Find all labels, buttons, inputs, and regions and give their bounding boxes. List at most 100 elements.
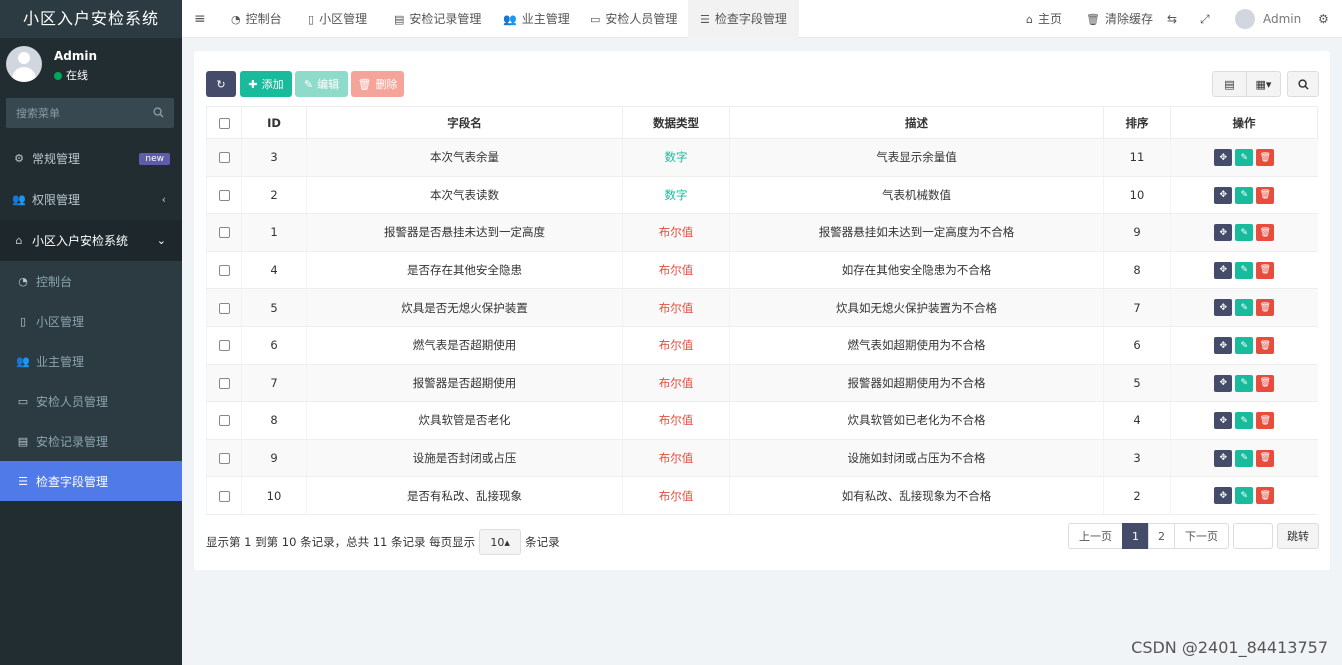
refresh-button[interactable]: ↻ [206, 71, 236, 97]
row-edit-icon[interactable]: ✎ [1235, 337, 1254, 355]
row-delete-icon[interactable]: 🗑 [1256, 224, 1275, 242]
table-row[interactable]: 5 炊具是否无熄火保护装置 布尔值 炊具如无熄火保护装置为不合格 7 ✥ ✎ 🗑 [206, 288, 1318, 327]
jump-page-input[interactable] [1233, 523, 1273, 549]
menu-search-input[interactable] [6, 98, 136, 128]
row-edit-icon[interactable]: ✎ [1235, 487, 1254, 505]
row-delete-icon[interactable]: 🗑 [1256, 186, 1275, 204]
settings-icon[interactable]: ⚙ [1318, 0, 1329, 38]
tab-community[interactable]: ▯ 小区管理 [308, 0, 367, 38]
delete-button[interactable]: 🗑 删除 [351, 71, 404, 97]
user-menu[interactable]: Admin [1235, 0, 1301, 38]
col-type[interactable]: 数据类型 [622, 106, 730, 139]
tab-owners[interactable]: 👥 业主管理 [503, 0, 570, 38]
row-checkbox[interactable] [218, 265, 230, 277]
row-checkbox[interactable] [218, 227, 230, 239]
sidebar-item-permissions[interactable]: 👥 权限管理 ‹ [0, 179, 182, 220]
row-edit-icon[interactable]: ✎ [1235, 412, 1254, 430]
col-desc[interactable]: 描述 [729, 106, 1104, 139]
tab-inspectors[interactable]: ▭ 安检人员管理 [590, 0, 677, 38]
row-delete-icon[interactable]: 🗑 [1256, 149, 1275, 167]
add-button[interactable]: ✚ 添加 [240, 71, 292, 97]
drag-sort-icon[interactable]: ✥ [1214, 487, 1233, 505]
chevron-down-icon: ⌄ [156, 234, 166, 247]
sidebar-item-general[interactable]: ⚙ 常规管理 new [0, 138, 182, 179]
sidebar-item-check-fields[interactable]: ☰ 检查字段管理 [0, 461, 182, 501]
row-delete-icon[interactable]: 🗑 [1256, 374, 1275, 392]
table-row[interactable]: 7 报警器是否超期使用 布尔值 报警器如超期使用为不合格 5 ✥ ✎ 🗑 [206, 364, 1318, 403]
drag-sort-icon[interactable]: ✥ [1214, 412, 1233, 430]
tab-dashboard[interactable]: ◔ 控制台 [231, 0, 282, 38]
table-row[interactable]: 2 本次气表读数 数字 气表机械数值 10 ✥ ✎ 🗑 [206, 176, 1318, 215]
sidebar-item-dashboard[interactable]: ◔ 控制台 [0, 261, 182, 301]
prev-page-button[interactable]: 上一页 [1068, 523, 1123, 549]
sidebar-item-label: 安检人员管理 [36, 394, 109, 409]
row-checkbox[interactable] [218, 377, 230, 389]
table-row[interactable]: 6 燃气表是否超期使用 布尔值 燃气表如超期使用为不合格 6 ✥ ✎ 🗑 [206, 326, 1318, 365]
table-row[interactable]: 8 炊具软管是否老化 布尔值 炊具软管如已老化为不合格 4 ✥ ✎ 🗑 [206, 401, 1318, 440]
col-id[interactable]: ID [241, 106, 307, 139]
row-edit-icon[interactable]: ✎ [1235, 449, 1254, 467]
table-row[interactable]: 1 报警器是否悬挂未达到一定高度 布尔值 报警器悬挂如未达到一定高度为不合格 9 ✥ ✎ 🗑 [206, 213, 1318, 252]
row-checkbox[interactable] [218, 152, 230, 164]
sidebar-item-records[interactable]: ▤ 安检记录管理 [0, 421, 182, 461]
row-edit-icon[interactable]: ✎ [1235, 224, 1254, 242]
row-edit-icon[interactable]: ✎ [1235, 149, 1254, 167]
row-checkbox[interactable] [218, 189, 230, 201]
sidebar-item-inspection-system[interactable]: ⌂ 小区入户安检系统 ⌄ [0, 220, 182, 261]
sidebar-item-inspectors[interactable]: ▭ 安检人员管理 [0, 381, 182, 421]
next-page-button[interactable]: 下一页 [1174, 523, 1229, 549]
select-all-checkbox[interactable] [218, 117, 230, 129]
table-row[interactable]: 9 设施是否封闭或占压 布尔值 设施如封闭或占压为不合格 3 ✥ ✎ 🗑 [206, 439, 1318, 478]
row-edit-icon[interactable]: ✎ [1235, 261, 1254, 279]
row-checkbox[interactable] [218, 302, 230, 314]
tab-records[interactable]: ▤ 安检记录管理 [394, 0, 481, 38]
row-edit-icon[interactable]: ✎ [1235, 186, 1254, 204]
drag-sort-icon[interactable]: ✥ [1214, 337, 1233, 355]
clear-cache-button[interactable]: 🗑 清除缓存 [1086, 0, 1153, 38]
search-icon[interactable] [153, 107, 164, 118]
row-delete-icon[interactable]: 🗑 [1256, 412, 1275, 430]
fullscreen-icon[interactable]: ⤢ [1200, 0, 1210, 38]
col-name[interactable]: 字段名 [306, 106, 623, 139]
drag-sort-icon[interactable]: ✥ [1214, 374, 1233, 392]
menu-toggle-icon[interactable]: ≡ [194, 0, 206, 38]
row-checkbox[interactable] [218, 490, 230, 502]
row-delete-icon[interactable]: 🗑 [1256, 261, 1275, 279]
page-2-button[interactable]: 2 [1148, 523, 1175, 549]
row-delete-icon[interactable]: 🗑 [1256, 449, 1275, 467]
col-sort[interactable]: 排序 [1103, 106, 1171, 139]
app-logo[interactable]: 小区入户安检系统 [0, 0, 182, 38]
jump-button[interactable]: 跳转 [1277, 523, 1319, 549]
drag-sort-icon[interactable]: ✥ [1214, 261, 1233, 279]
row-edit-icon[interactable]: ✎ [1235, 299, 1254, 317]
table-search-button[interactable] [1287, 71, 1319, 97]
table-row[interactable]: 4 是否存在其他安全隐患 布尔值 如存在其他安全隐患为不合格 8 ✥ ✎ 🗑 [206, 251, 1318, 290]
row-checkbox[interactable] [218, 415, 230, 427]
drag-sort-icon[interactable]: ✥ [1214, 149, 1233, 167]
row-delete-icon[interactable]: 🗑 [1256, 487, 1275, 505]
translate-icon[interactable]: ⇆ [1167, 0, 1177, 38]
sidebar-item-owners[interactable]: 👥 业主管理 [0, 341, 182, 381]
page-size-select[interactable]: 10 ▴ [479, 529, 522, 555]
row-delete-icon[interactable]: 🗑 [1256, 299, 1275, 317]
drag-sort-icon[interactable]: ✥ [1214, 224, 1233, 242]
cell-id: 6 [241, 326, 307, 365]
drag-sort-icon[interactable]: ✥ [1214, 186, 1233, 204]
row-delete-icon[interactable]: 🗑 [1256, 337, 1275, 355]
columns-dropdown-icon[interactable]: ▦▾ [1247, 72, 1280, 96]
page-1-button[interactable]: 1 [1122, 523, 1149, 549]
sidebar-item-community[interactable]: ▯ 小区管理 [0, 301, 182, 341]
drag-sort-icon[interactable]: ✥ [1214, 299, 1233, 317]
edit-button[interactable]: ✎ 编辑 [295, 71, 348, 97]
table-row[interactable]: 10 是否有私改、乱接现象 布尔值 如有私改、乱接现象为不合格 2 ✥ ✎ 🗑 [206, 476, 1318, 515]
row-edit-icon[interactable]: ✎ [1235, 374, 1254, 392]
tab-check-fields[interactable]: ☰ 检查字段管理 [688, 0, 799, 38]
home-link[interactable]: ⌂ 主页 [1026, 0, 1062, 38]
row-checkbox[interactable] [218, 453, 230, 465]
table-row[interactable]: 3 本次气表余量 数字 气表显示余量值 11 ✥ ✎ 🗑 [206, 138, 1318, 177]
drag-sort-icon[interactable]: ✥ [1214, 449, 1233, 467]
table-view-icon[interactable]: ▤ [1213, 72, 1247, 96]
row-select-cell [206, 439, 242, 478]
list-icon: ☰ [18, 474, 28, 488]
row-checkbox[interactable] [218, 340, 230, 352]
